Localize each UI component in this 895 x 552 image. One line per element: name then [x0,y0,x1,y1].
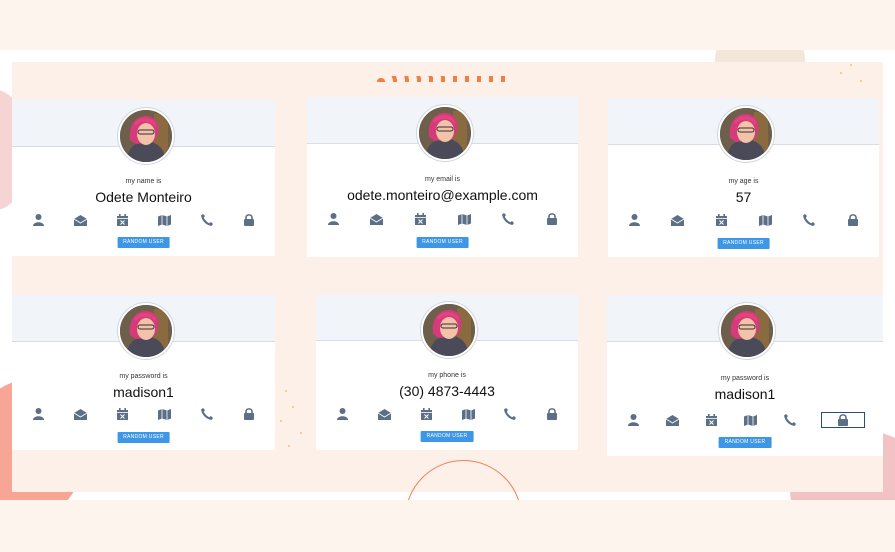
avatar [719,303,775,359]
avatar [117,108,174,164]
lock-icon[interactable] [820,412,865,428]
avatar [117,303,174,359]
user-icon[interactable] [334,407,350,421]
card-icon-row [626,213,861,227]
calendar-icon[interactable] [703,413,719,427]
phone-icon[interactable] [782,413,798,427]
card-icon-row [325,212,560,226]
envelope-icon[interactable] [670,213,686,227]
avatar [717,106,774,162]
card-label: my email is [424,176,460,183]
user-card: my password is madison1 RANDOM USER [607,295,883,456]
random-user-button[interactable]: RANDOM USER [717,238,770,249]
card-label: my name is [125,178,162,185]
phone-icon[interactable] [500,212,516,226]
random-user-button[interactable]: RANDOM USER [117,432,170,443]
avatar [421,302,477,358]
decor-dot [850,64,852,66]
random-user-button[interactable]: RANDOM USER [718,437,772,448]
envelope-icon[interactable] [72,407,88,421]
card-value: madison1 [714,386,776,402]
user-icon[interactable] [625,413,641,427]
user-card: my password is madison1 RANDOM USER [12,295,275,450]
user-card: my age is 57 RANDOM USER [608,98,879,257]
envelope-icon[interactable] [369,212,385,226]
user-icon[interactable] [626,213,642,227]
random-user-button[interactable]: RANDOM USER [416,237,469,248]
phone-icon[interactable] [199,213,215,227]
map-icon[interactable] [743,413,759,427]
card-value: Odete Monteiro [95,189,192,205]
card-label: my password is [119,373,168,380]
decor-dot [280,420,282,422]
decor-dot [292,406,294,408]
calendar-icon[interactable] [114,213,130,227]
envelope-icon[interactable] [664,413,680,427]
user-card: my email is odete.monteiro@example.com R… [307,97,578,257]
lock-icon[interactable] [241,213,257,227]
card-label: my age is [728,178,759,185]
decor-dot [285,390,287,392]
map-icon[interactable] [757,213,773,227]
card-icon-row [30,407,257,421]
lock-icon[interactable] [241,407,257,421]
decor-dot [300,432,302,434]
top-band [0,0,895,50]
decor-dot [840,72,842,74]
map-icon[interactable] [460,407,476,421]
card-icon-row [30,213,257,227]
phone-icon[interactable] [502,407,518,421]
card-value: 57 [735,189,752,205]
phone-icon[interactable] [801,213,817,227]
calendar-icon[interactable] [418,407,434,421]
decor-dot [860,80,862,82]
lock-icon[interactable] [544,212,560,226]
card-value: (30) 4873-4443 [399,383,495,399]
user-icon[interactable] [30,213,46,227]
map-icon[interactable] [456,212,472,226]
user-card: my phone is (30) 4873-4443 RANDOM USER [316,294,578,450]
card-label: my password is [720,375,770,382]
envelope-icon[interactable] [72,213,88,227]
avatar [416,105,473,161]
calendar-icon[interactable] [413,212,429,226]
card-label: my phone is [428,372,466,379]
card-icon-row [334,407,560,421]
user-card: my name is Odete Monteiro RANDOM USER [12,100,275,256]
random-user-button[interactable]: RANDOM USER [117,237,170,248]
lock-icon[interactable] [544,407,560,421]
decor-wave [376,76,510,82]
user-icon[interactable] [325,212,341,226]
map-icon[interactable] [157,407,173,421]
envelope-icon[interactable] [376,407,392,421]
lock-icon[interactable] [845,213,861,227]
decor-dot [288,445,290,447]
card-value: odete.monteiro@example.com [347,187,538,203]
card-value: madison1 [113,384,174,400]
calendar-icon[interactable] [114,407,130,421]
card-icon-row [625,412,865,428]
phone-icon[interactable] [199,407,215,421]
user-icon[interactable] [30,407,46,421]
calendar-icon[interactable] [714,213,730,227]
random-user-button[interactable]: RANDOM USER [420,431,474,442]
map-icon[interactable] [157,213,173,227]
bottom-band [0,500,895,552]
